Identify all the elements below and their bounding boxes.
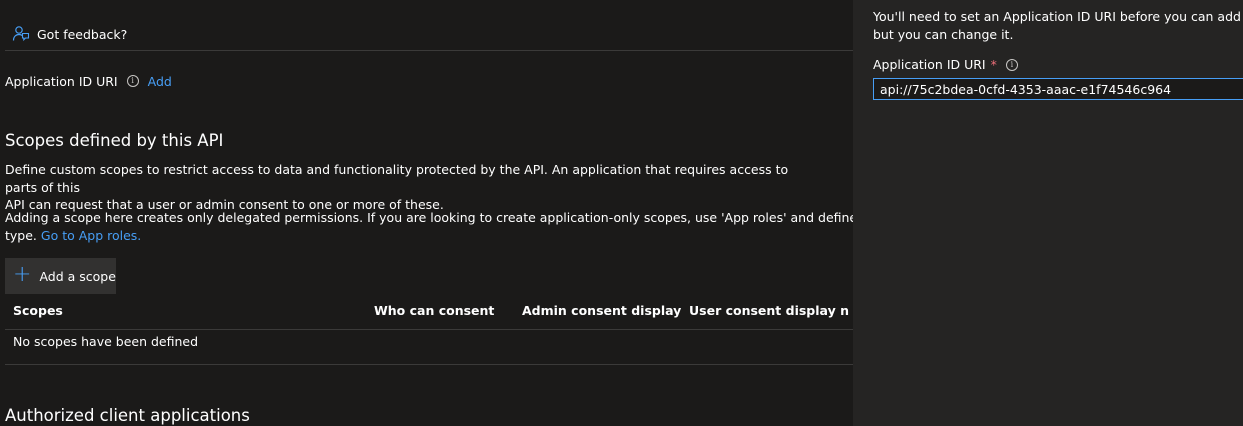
add-scope-label: Add a scope [39, 268, 116, 284]
field-label-text: Application ID URI [873, 57, 986, 72]
delegated-note-line1: Adding a scope here creates only delegat… [5, 210, 853, 225]
application-id-uri-field-label: Application ID URI * i [873, 57, 1018, 72]
go-to-app-roles-link[interactable]: Go to App roles. [41, 228, 141, 243]
scopes-description: Define custom scopes to restrict access … [5, 161, 805, 214]
info-icon[interactable]: i [126, 75, 139, 87]
scopes-table-header: Scopes Who can consent Admin consent dis… [5, 300, 853, 324]
scopes-section-title: Scopes defined by this API [5, 131, 224, 150]
main-content: Got feedback? Application ID URI i Add S… [0, 0, 853, 426]
feedback-label: Got feedback? [37, 26, 128, 42]
set-application-id-panel: You'll need to set an Application ID URI… [853, 0, 1243, 426]
application-id-label: Application ID URI [5, 73, 118, 89]
column-header-user-consent[interactable]: User consent display na... [689, 303, 849, 318]
panel-description-line2: but you can change it. [873, 26, 1014, 42]
info-icon[interactable]: i [1005, 58, 1018, 71]
feedback-icon [12, 26, 30, 42]
delegated-note-line2: type. [5, 227, 37, 243]
table-header-divider [5, 329, 853, 330]
scopes-description-line1: Define custom scopes to restrict access … [5, 162, 789, 195]
application-id-row: Application ID URI i Add [5, 72, 172, 90]
panel-description-line1: You'll need to set an Application ID URI… [873, 9, 1243, 24]
column-header-admin-consent[interactable]: Admin consent display ... [522, 303, 682, 318]
column-header-scopes[interactable]: Scopes [13, 303, 363, 318]
required-indicator: * [990, 57, 997, 72]
plus-icon: + [13, 262, 32, 287]
panel-description: You'll need to set an Application ID URI… [873, 8, 1243, 43]
add-scope-button[interactable]: + Add a scope [5, 258, 116, 294]
add-application-id-link[interactable]: Add [148, 74, 172, 89]
application-id-uri-input[interactable] [873, 78, 1243, 100]
scopes-empty-message: No scopes have been defined [13, 334, 199, 349]
delegated-permissions-note: Adding a scope here creates only delegat… [5, 209, 853, 244]
column-header-who-can-consent[interactable]: Who can consent [374, 303, 514, 318]
authorized-apps-section-title: Authorized client applications [5, 406, 250, 425]
feedback-link[interactable]: Got feedback? [12, 24, 127, 44]
table-bottom-divider [5, 364, 853, 365]
divider [5, 50, 853, 51]
